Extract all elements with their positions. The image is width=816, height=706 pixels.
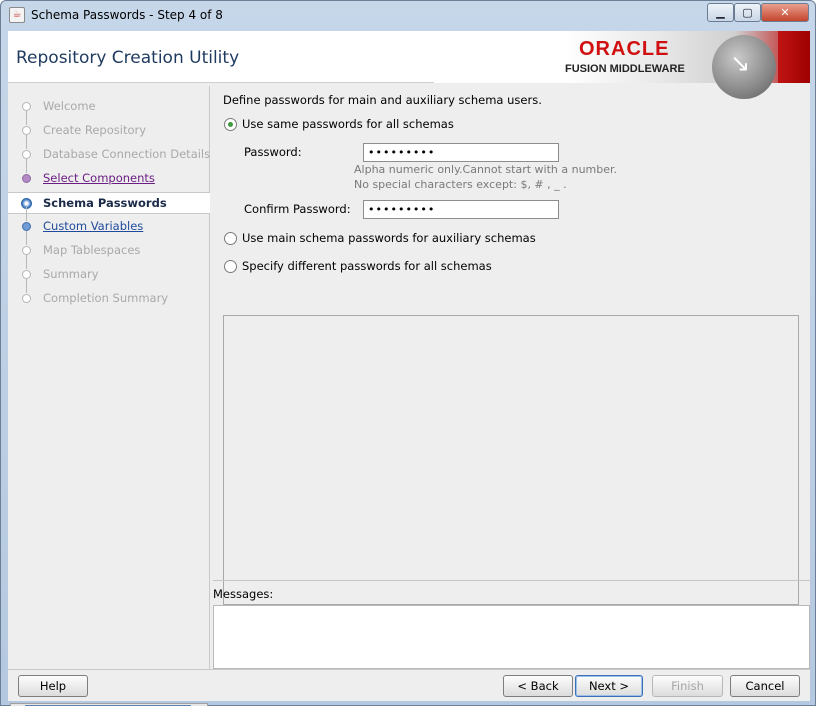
back-button[interactable]: < Back [503,675,573,697]
step-label: Database Connection Details [43,147,211,161]
step-connector [26,231,27,245]
step-database-connection-details: Database Connection Details [8,135,211,166]
step-connector [26,255,27,269]
step-completion-summary: Completion Summary [8,279,210,310]
messages-splitter[interactable] [213,580,810,585]
description-text: Define passwords for main and auxiliary … [223,93,542,107]
next-button[interactable]: Next > [575,675,643,697]
radio-label-different-passwords[interactable]: Specify different passwords for all sche… [242,259,492,273]
step-label: Create Repository [43,123,147,137]
schema-password-table-panel [223,315,799,605]
step-label: Schema Passwords [43,196,167,210]
step-indicator-icon [22,270,31,279]
brand-stripe [778,31,810,83]
radio-same-passwords[interactable] [224,118,237,131]
messages-label: Messages: [213,587,274,601]
step-connector [26,207,27,221]
java-app-icon: ☕ [9,7,25,23]
title-bar: ☕ Schema Passwords - Step 4 of 8 ▁ ▢ ✕ [1,1,815,31]
step-summary: Summary [8,255,210,286]
step-connector [26,279,27,293]
step-map-tablespaces: Map Tablespaces [8,231,210,262]
step-indicator-icon [22,222,31,231]
step-indicator-icon [22,246,31,255]
password-hint-line1: Alpha numeric only.Cannot start with a n… [354,163,618,176]
step-label[interactable]: Custom Variables [43,219,143,233]
client-area: Repository Creation Utility ORACLE FUSIO… [8,31,810,706]
confirm-password-label: Confirm Password: [244,202,351,216]
password-field[interactable]: ••••••••• [363,143,559,162]
close-button[interactable]: ✕ [761,3,809,22]
step-indicator-icon [22,102,31,111]
minimize-button[interactable]: ▁ [707,3,734,22]
confirm-password-field[interactable]: ••••••••• [363,200,559,219]
step-welcome: Welcome [8,96,210,118]
step-indicator-icon [22,294,31,303]
fusion-middleware-logo: FUSION MIDDLEWARE [565,63,685,75]
password-hint-line2: No special characters except: $, # , _ . [354,178,567,191]
step-create-repository: Create Repository [8,111,210,142]
maximize-button[interactable]: ▢ [734,3,761,22]
radio-different-passwords[interactable] [224,260,237,273]
step-connector [26,159,27,173]
cancel-button[interactable]: Cancel [730,675,800,697]
step-indicator-icon [22,126,31,135]
header-banner: Repository Creation Utility ORACLE FUSIO… [8,31,810,99]
step-indicator-icon [22,150,31,159]
app-title: Repository Creation Utility [16,48,240,68]
steps-sidebar: Welcome Create Repository Database Conne… [8,86,211,706]
step-label: Welcome [43,99,96,113]
step-label: Summary [43,267,99,281]
step-connector [26,135,27,149]
window-title: Schema Passwords - Step 4 of 8 [31,8,223,22]
radio-main-schema-passwords[interactable] [224,232,237,245]
step-connector [26,111,27,125]
application-window: ☕ Schema Passwords - Step 4 of 8 ▁ ▢ ✕ R… [0,0,816,706]
step-indicator-icon [22,174,31,183]
step-label[interactable]: Select Components [43,171,155,185]
help-button[interactable]: Help [18,675,88,697]
radio-label-same-passwords[interactable]: Use same passwords for all schemas [242,117,454,131]
finish-button: Finish [652,675,723,697]
messages-area[interactable] [213,605,810,669]
step-schema-passwords: Schema Passwords [8,192,210,214]
step-custom-variables[interactable]: Custom Variables [8,207,210,238]
button-bar: Help < Back Next > Finish Cancel [8,669,810,701]
password-label: Password: [244,145,302,159]
oracle-logo: ORACLE [579,38,670,60]
step-label: Completion Summary [43,291,169,305]
step-select-components[interactable]: Select Components [8,159,210,190]
radio-label-main-schema-passwords[interactable]: Use main schema passwords for auxiliary … [242,231,536,245]
step-label: Map Tablespaces [43,243,141,257]
main-content: Define passwords for main and auxiliary … [213,86,810,605]
